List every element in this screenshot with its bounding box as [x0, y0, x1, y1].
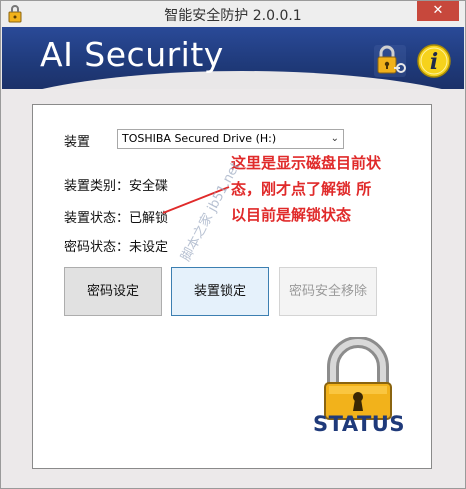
- device-select[interactable]: TOSHIBA Secured Drive (H:) ⌄: [117, 129, 344, 149]
- password-status-label: 密码状态：: [64, 240, 130, 255]
- header-banner: AI Security i: [2, 27, 464, 89]
- title-bar: 智能安全防护 2.0.0.1 ✕: [1, 1, 465, 27]
- app-window: 智能安全防护 2.0.0.1 ✕ AI Security i 装置 TOSHIB…: [0, 0, 466, 489]
- device-select-value: TOSHIBA Secured Drive (H:): [122, 132, 277, 145]
- device-type-label: 装置类别：: [64, 179, 130, 194]
- annotation-line-1: 这里是显示磁盘目前状: [231, 154, 382, 172]
- status-label: STATUS: [313, 412, 405, 436]
- annotation-note: 这里是显示磁盘目前状 态，刚才点了解锁 所 以目前是解锁状态: [231, 150, 411, 228]
- password-status-row: 密码状态：未设定: [64, 236, 168, 255]
- annotation-line-3: 以目前是解锁状态: [231, 206, 352, 224]
- device-label: 装置: [64, 135, 91, 150]
- device-status-label: 装置状态：: [64, 211, 130, 226]
- window-title: 智能安全防护 2.0.0.1: [164, 8, 302, 24]
- brand-logo: AI Security: [40, 35, 224, 74]
- password-status-value: 未设定: [129, 240, 169, 255]
- lock-device-button[interactable]: 装置锁定: [171, 267, 269, 316]
- main-panel: 装置 TOSHIBA Secured Drive (H:) ⌄ 装置类别：安全碟…: [32, 104, 432, 469]
- svg-text:i: i: [430, 49, 438, 75]
- info-icon[interactable]: i: [414, 41, 454, 81]
- close-button[interactable]: ✕: [417, 1, 459, 21]
- device-type-row: 装置类别：安全碟: [64, 175, 168, 194]
- annotation-line-2: 态，刚才点了解锁 所: [231, 180, 372, 198]
- chevron-down-icon[interactable]: ⌄: [331, 130, 339, 148]
- device-status-row: 装置状态：已解锁: [64, 207, 168, 226]
- remove-password-button[interactable]: 密码安全移除: [279, 267, 377, 316]
- lock-key-icon[interactable]: [370, 41, 410, 81]
- set-password-button[interactable]: 密码设定: [64, 267, 162, 316]
